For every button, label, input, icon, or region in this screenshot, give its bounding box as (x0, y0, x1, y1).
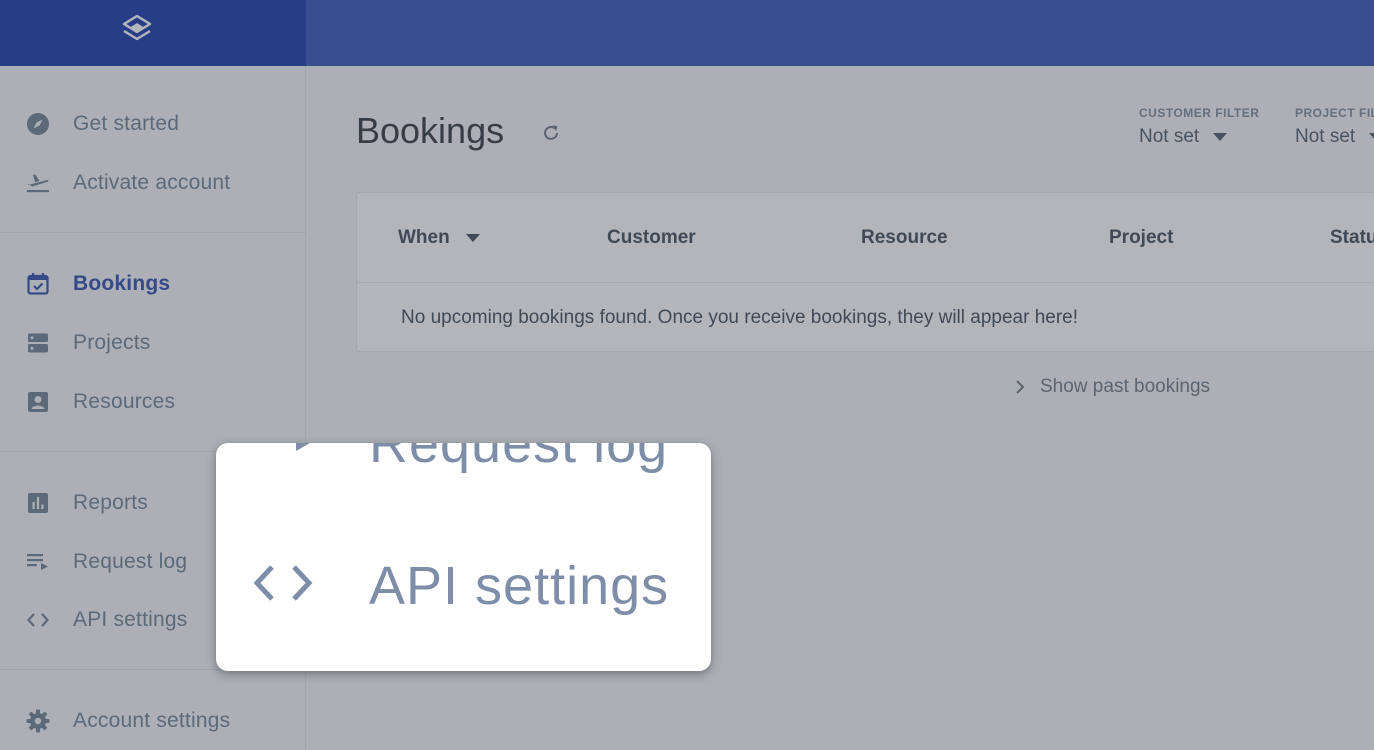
page-title: Bookings (356, 110, 505, 151)
column-header-resource[interactable]: Resource (861, 227, 948, 249)
customer-filter-value: Not set (1139, 126, 1200, 147)
gear-icon (26, 709, 50, 733)
sidebar-item-activate-account[interactable]: Activate account (0, 161, 306, 205)
plane-takeoff-icon (26, 171, 50, 195)
zoom-callout: Request log API settings (216, 443, 711, 671)
caret-down-icon (1213, 133, 1228, 141)
sidebar-item-label: Account settings (73, 709, 231, 732)
zoom-api-settings-label[interactable]: API settings (369, 555, 669, 617)
show-past-bookings-link[interactable]: Show past bookings (1014, 376, 1210, 398)
column-header-label: Statu (1330, 227, 1374, 248)
sidebar-item-projects[interactable]: Projects (0, 321, 306, 365)
sidebar-item-label: Reports (73, 491, 148, 514)
code-brackets-icon (26, 608, 50, 632)
code-brackets-icon (253, 565, 313, 601)
column-header-label: When (398, 227, 450, 248)
refresh-icon[interactable] (540, 122, 562, 144)
project-filter[interactable]: PROJECT FILT Not set (1295, 106, 1374, 148)
zoom-partial-label: Request log (369, 443, 669, 474)
sidebar-item-label: Request log (73, 550, 188, 573)
column-header-status[interactable]: Statu (1330, 227, 1374, 249)
customer-filter-dropdown[interactable]: Not set (1139, 126, 1259, 148)
sidebar-item-label: Get started (73, 112, 180, 135)
sidebar-item-bookings[interactable]: Bookings (0, 262, 306, 306)
sidebar-item-label: Resources (73, 390, 176, 413)
top-bar (0, 0, 1374, 66)
bookings-table: When Customer Resource Project Statu No … (356, 192, 1374, 352)
column-header-customer[interactable]: Customer (607, 227, 696, 249)
server-icon (26, 331, 50, 355)
customer-filter-label: CUSTOMER FILTER (1139, 106, 1260, 120)
sidebar-item-label: Bookings (73, 272, 171, 295)
sidebar-item-label: Projects (73, 331, 151, 354)
column-header-label: Resource (861, 227, 948, 248)
contact-card-icon (26, 390, 50, 414)
column-header-label: Project (1109, 227, 1174, 248)
stack-layers-icon (122, 14, 152, 41)
bar-chart-icon (26, 491, 50, 515)
project-filter-dropdown[interactable]: Not set (1295, 126, 1374, 148)
column-header-project[interactable]: Project (1109, 227, 1173, 249)
chevron-right-icon (1016, 380, 1025, 394)
column-header-label: Customer (607, 227, 696, 248)
brand-area[interactable] (0, 0, 306, 66)
sidebar-item-get-started[interactable]: Get started (0, 102, 306, 146)
playlist-icon (288, 443, 318, 457)
sidebar-divider (0, 232, 306, 233)
column-header-when[interactable]: When (398, 227, 480, 249)
calendar-check-icon (26, 272, 50, 296)
table-header: When Customer Resource Project Statu (357, 193, 1374, 283)
customer-filter[interactable]: CUSTOMER FILTER Not set (1139, 106, 1259, 148)
sidebar-item-resources[interactable]: Resources (0, 380, 306, 424)
sidebar-item-account-settings[interactable]: Account settings (0, 699, 306, 743)
empty-state-message: No upcoming bookings found. Once you rec… (401, 307, 1079, 328)
caret-down-icon (1369, 133, 1374, 141)
playlist-icon (26, 550, 50, 574)
show-past-bookings-label: Show past bookings (1040, 376, 1211, 397)
sidebar-item-label: Activate account (73, 171, 231, 194)
compass-icon (26, 112, 50, 136)
sort-down-icon (465, 234, 480, 242)
project-filter-label: PROJECT FILT (1295, 106, 1374, 120)
project-filter-value: Not set (1295, 126, 1356, 147)
sidebar-item-label: API settings (73, 608, 188, 631)
